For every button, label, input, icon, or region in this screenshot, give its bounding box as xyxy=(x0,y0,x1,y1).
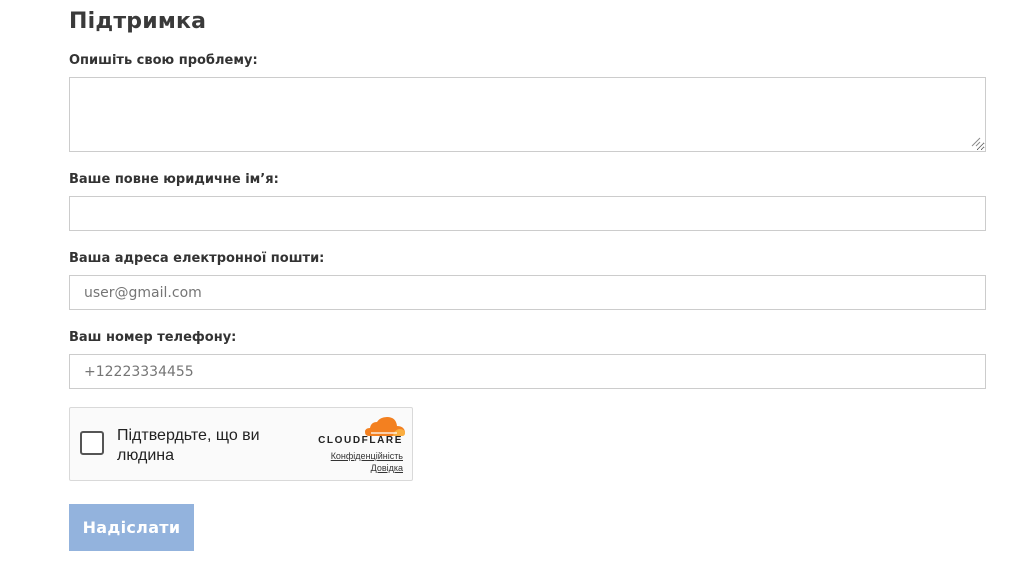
email-label: Ваша адреса електронної пошти: xyxy=(69,251,325,266)
problem-label: Опишіть свою проблему: xyxy=(69,53,258,68)
resize-grip-icon[interactable] xyxy=(970,136,981,147)
captcha-prompt: Підтвердьте, що ви людина xyxy=(117,427,260,464)
cloudflare-captcha-widget: Підтвердьте, що ви людина CLOUDFLARE Кон… xyxy=(69,407,413,481)
email-input[interactable] xyxy=(69,275,986,310)
submit-button[interactable]: Надіслати xyxy=(69,504,194,551)
page-title: Підтримка xyxy=(69,9,207,34)
cloudflare-brand-text: CLOUDFLARE xyxy=(318,435,403,446)
problem-textarea[interactable] xyxy=(69,77,986,152)
help-link[interactable]: Довідка xyxy=(371,463,403,473)
captcha-checkbox[interactable] xyxy=(80,431,104,455)
phone-label: Ваш номер телефону: xyxy=(69,330,237,345)
privacy-link[interactable]: Конфіденційність xyxy=(331,451,403,461)
phone-input[interactable] xyxy=(69,354,986,389)
support-page: Підтримка Опишіть свою проблему: Ваше по… xyxy=(0,0,1024,579)
legal-name-label: Ваше повне юридичне ім’я: xyxy=(69,172,279,187)
legal-name-input[interactable] xyxy=(69,196,986,231)
